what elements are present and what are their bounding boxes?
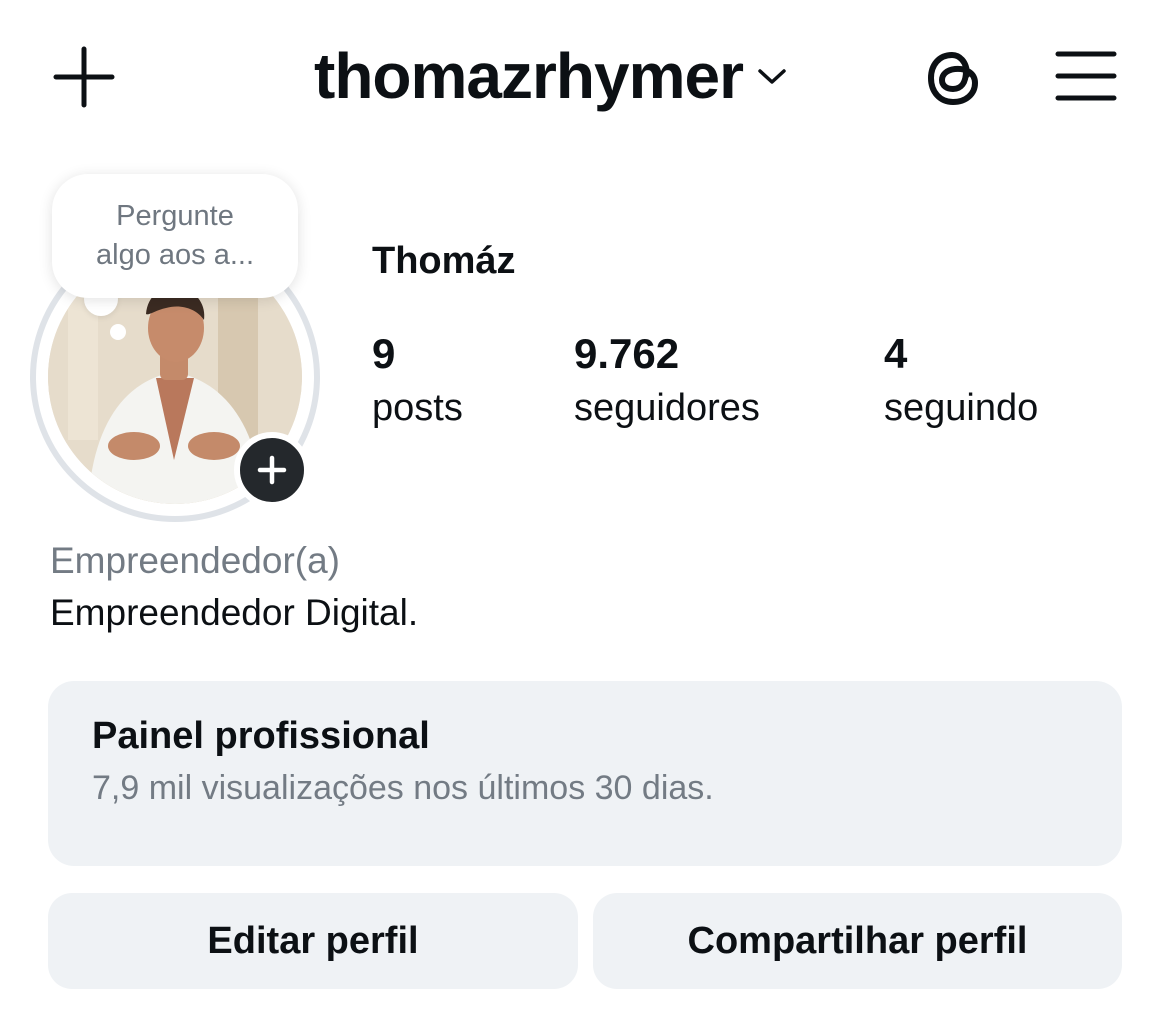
following-label: seguindo: [884, 387, 1039, 429]
followers-count: 9.762: [574, 330, 680, 377]
create-plus-icon[interactable]: [52, 45, 116, 109]
stat-posts[interactable]: 9 posts: [372, 326, 463, 434]
plus-icon: [257, 455, 287, 485]
top-bar: thomazrhymer: [0, 0, 1170, 150]
chevron-down-icon: [757, 67, 787, 92]
posts-label: posts: [372, 387, 463, 429]
followers-label: seguidores: [574, 387, 760, 429]
share-profile-button[interactable]: Compartilhar perfil: [593, 893, 1122, 989]
profile-category: Empreendedor(a): [50, 540, 340, 581]
edit-profile-button[interactable]: Editar perfil: [48, 893, 578, 989]
hamburger-menu-icon[interactable]: [1054, 48, 1118, 104]
note-bubble-tail-small: [110, 324, 126, 340]
display-name: Thomáz: [372, 240, 516, 282]
note-bubble[interactable]: Pergunte algo aos a...: [52, 174, 298, 298]
stat-followers[interactable]: 9.762 seguidores: [574, 326, 760, 434]
note-text: Pergunte algo aos a...: [96, 200, 254, 271]
professional-dashboard-card[interactable]: Painel profissional 7,9 mil visualizaçõe…: [48, 681, 1122, 866]
following-count: 4: [884, 330, 908, 377]
account-switcher[interactable]: thomazrhymer: [314, 36, 787, 116]
add-story-button[interactable]: [234, 432, 310, 508]
stat-following[interactable]: 4 seguindo: [884, 326, 1038, 434]
profile-username: thomazrhymer: [314, 40, 744, 112]
dashboard-subtitle: 7,9 mil visualizações nos últimos 30 dia…: [92, 769, 714, 807]
posts-count: 9: [372, 330, 396, 377]
dashboard-title: Painel profissional: [92, 715, 430, 757]
profile-bio: Empreendedor Digital.: [50, 592, 419, 633]
threads-icon[interactable]: [920, 44, 988, 112]
